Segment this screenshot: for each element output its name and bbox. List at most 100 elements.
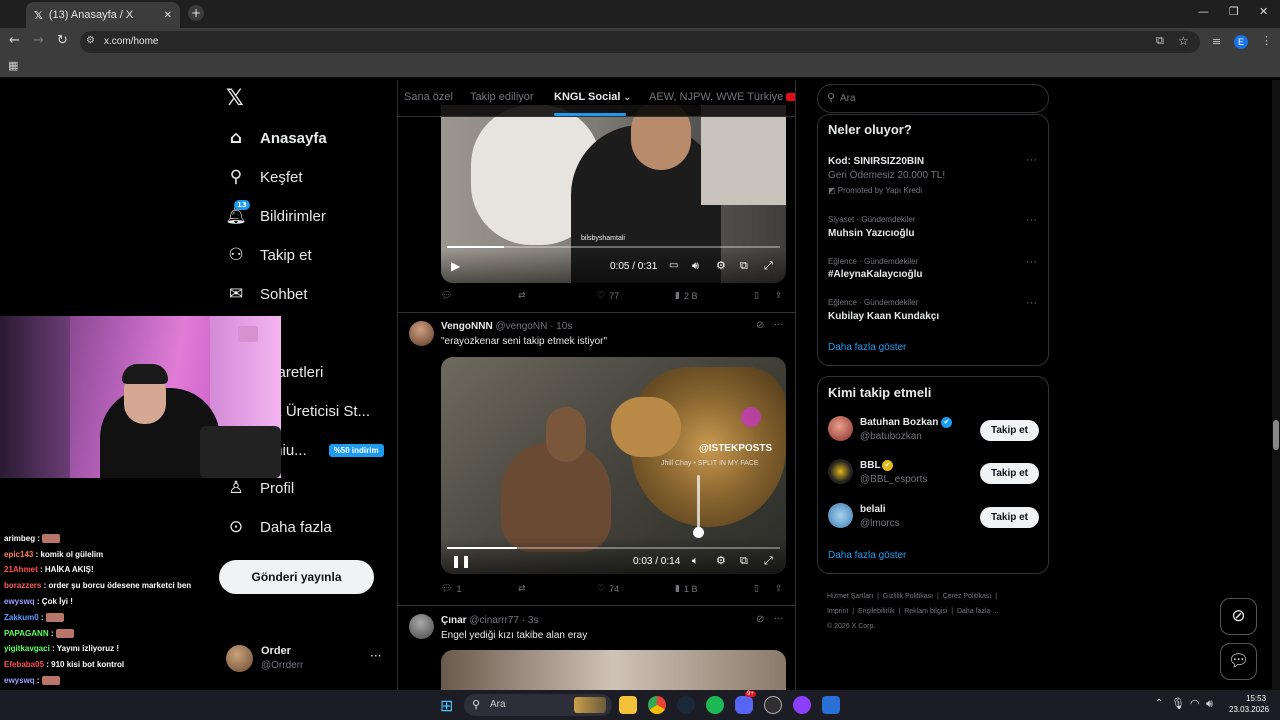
close-tab-icon[interactable]: ✕ (164, 10, 172, 21)
scrollbar-thumb[interactable] (1273, 420, 1279, 450)
fullscreen-icon[interactable]: ⤢ (764, 259, 773, 273)
minimize-icon[interactable]: — (1198, 5, 1209, 18)
repost-button[interactable]: ⇄ (518, 584, 526, 594)
sidebar-item-follow[interactable]: ⚇ Takip et (226, 239, 311, 271)
bookmark-icon[interactable]: ▯ (754, 291, 759, 301)
footer-link[interactable]: Reklam bilgisi (904, 608, 947, 615)
browser-menu-icon[interactable]: ⋮ (1261, 34, 1272, 47)
trend-more-icon[interactable]: ··· (1026, 256, 1037, 268)
settings-icon[interactable]: ⚙ (716, 259, 726, 272)
share-icon[interactable]: ⇪ (775, 291, 783, 301)
author-name[interactable]: VengoNNN (441, 321, 493, 332)
clock-time[interactable]: 15:53 (1246, 694, 1266, 703)
footer-link[interactable]: Hizmet Şartları (827, 593, 873, 600)
trend-more-icon[interactable]: ··· (1026, 154, 1037, 166)
trend-more-icon[interactable]: ··· (1026, 214, 1037, 226)
show-more-trends[interactable]: Daha fazla göster (828, 342, 906, 353)
fullscreen-icon[interactable]: ⤢ (764, 554, 773, 568)
app-purple-icon[interactable] (793, 696, 811, 714)
discord-icon[interactable]: 9+ (735, 691, 756, 714)
tab-kngl-social[interactable]: KNGL Social ⌄ (554, 91, 631, 103)
footer-link[interactable]: Daha fazla ... (957, 608, 998, 615)
search-input[interactable]: ⚲ Ara (817, 84, 1049, 113)
file-explorer-icon[interactable] (619, 696, 637, 714)
obs-icon[interactable] (764, 696, 782, 714)
volume-icon[interactable]: 🔊︎ (692, 259, 699, 273)
sidebar-item-chat[interactable]: ✉ Sohbet (226, 278, 308, 310)
pip-icon[interactable]: ⧉ (740, 259, 748, 273)
bookmark-star-icon[interactable]: ☆ (1178, 34, 1189, 48)
grok-icon[interactable]: ⊘ (756, 320, 764, 331)
new-tab-icon[interactable]: + (188, 5, 204, 21)
windows-start-icon[interactable]: ⊞ (440, 696, 453, 715)
grok-icon[interactable]: ⊘ (756, 614, 764, 625)
play-icon[interactable]: ▶ (451, 259, 460, 273)
footer-link[interactable]: Gizlilik Politikası (883, 593, 933, 600)
taskbar-search[interactable]: ⚲ Ara (464, 694, 612, 716)
close-window-icon[interactable]: ✕ (1259, 5, 1268, 18)
address-bar[interactable]: ⚙ x.com/home ⧉ ☆ (80, 31, 1200, 53)
more-icon[interactable]: ··· (774, 614, 784, 625)
apps-grid-icon[interactable]: ▦ (8, 59, 18, 72)
settings-icon[interactable]: ⚙ (716, 554, 726, 567)
install-icon[interactable]: ⧉ (1156, 34, 1164, 48)
pip-icon[interactable]: ⧉ (740, 554, 748, 568)
video-player-2[interactable]: @ISTEKPOSTS Jhill Chay • SPLIT IN MY FAC… (441, 357, 786, 574)
video-player-1[interactable]: bilsbyshamtali ▶ 0:05 / 0:31 ▭ 🔊︎ ⚙ ⧉ ⤢ (441, 105, 786, 283)
tab-wrestling[interactable]: AEW, NJPW, WWE Türkiye (649, 91, 795, 103)
repost-button[interactable]: ⇄ (518, 291, 526, 301)
browser-tab[interactable]: 𝕏 (13) Anasayfa / X ✕ (26, 2, 180, 28)
follow-button[interactable]: Takip et (980, 507, 1039, 528)
tweet-media[interactable] (441, 650, 786, 690)
tray-chevron-icon[interactable]: ⌃ (1155, 698, 1163, 709)
sidebar-item-explore[interactable]: ⚲ Keşfet (226, 161, 303, 193)
tab-for-you[interactable]: Sana özel (404, 91, 453, 103)
back-icon[interactable]: ← (9, 33, 20, 48)
wifi-icon[interactable]: ◠ (1190, 697, 1200, 710)
footer-link[interactable]: Çerez Politikası (943, 593, 992, 600)
share-icon[interactable]: ⇪ (775, 584, 783, 594)
pause-icon[interactable]: ❚❚ (451, 554, 471, 568)
follow-button[interactable]: Takip et (980, 420, 1039, 441)
volume-icon[interactable]: 🔈︎ (692, 554, 699, 568)
follow-button[interactable]: Takip et (980, 463, 1039, 484)
sidebar-item-more[interactable]: ⊙ Daha fazla (226, 511, 332, 543)
trend-more-icon[interactable]: ··· (1026, 297, 1037, 309)
post-button[interactable]: Gönderi yayınla (219, 560, 374, 594)
microphone-icon[interactable]: 🎙︎ (1171, 697, 1185, 710)
sidebar-item-home[interactable]: ⌂ Anasayfa (226, 122, 327, 154)
grok-floating-button[interactable]: ⊘ (1220, 598, 1257, 635)
clock-date[interactable]: 23.03.2026 (1229, 705, 1269, 714)
bookmark-icon[interactable]: ▯ (754, 584, 759, 594)
network-app-icon[interactable] (822, 696, 840, 714)
captions-icon[interactable]: ▭ (669, 260, 678, 271)
speaker-icon[interactable]: 🔊︎ (1206, 697, 1213, 711)
account-more-icon[interactable]: ··· (370, 649, 381, 663)
volume-slider[interactable] (697, 475, 700, 533)
spotify-icon[interactable] (706, 696, 724, 714)
video-progress-bar[interactable] (447, 547, 780, 549)
footer-link[interactable]: Imprint (827, 608, 848, 615)
sidebar-item-notifications[interactable]: 🔔︎ 13 Bildirimler (225, 200, 326, 232)
views-button[interactable]: ▮ 2 B (675, 291, 697, 301)
maximize-icon[interactable]: ❐ (1229, 5, 1239, 18)
reload-icon[interactable]: ↻ (57, 33, 68, 48)
show-more-follow[interactable]: Daha fazla göster (828, 550, 906, 561)
sidebar-item-creator-studio[interactable]: İk Üreticisi St... (270, 395, 370, 427)
reply-button[interactable]: 💬︎ (441, 291, 452, 301)
reply-button[interactable]: 💬︎ 1 (441, 584, 461, 594)
messages-floating-button[interactable]: 💬︎ (1220, 643, 1257, 680)
views-button[interactable]: ▮ 1 B (675, 584, 697, 594)
scrollbar[interactable] (1272, 80, 1280, 690)
sidebar-item-premium[interactable]: miu... %50 indirim (270, 434, 384, 466)
author-name[interactable]: Çınar (441, 615, 467, 626)
video-progress-bar[interactable] (447, 246, 780, 248)
tweet-time[interactable]: · 10s (550, 321, 572, 332)
x-logo-icon[interactable]: 𝕏 (226, 86, 244, 111)
footer-link[interactable]: Erişilebilirlik (858, 608, 895, 615)
more-icon[interactable]: ··· (774, 320, 784, 331)
like-button[interactable]: ♡ 74 (597, 584, 619, 594)
profile-avatar[interactable]: E (1234, 35, 1248, 49)
chrome-icon[interactable] (648, 696, 666, 714)
media-control-icon[interactable]: ≡ (1212, 35, 1221, 48)
